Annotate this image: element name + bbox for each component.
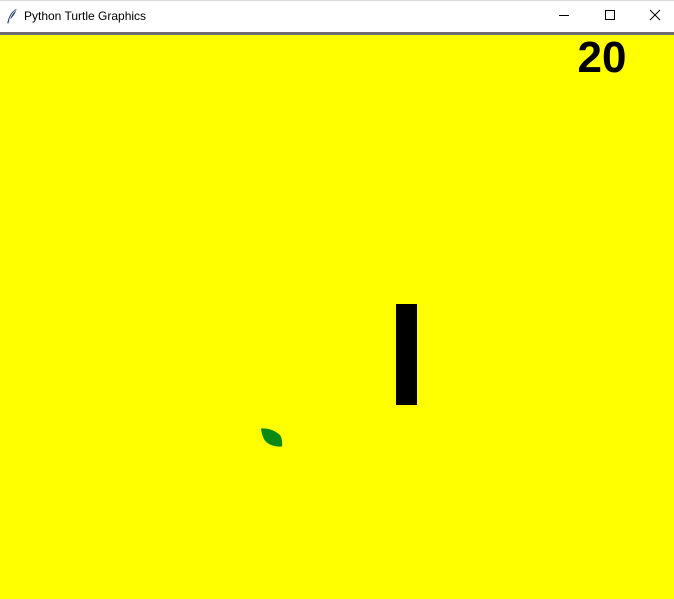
food-icon — [258, 427, 286, 451]
minimize-button[interactable] — [541, 1, 587, 32]
maximize-icon — [604, 8, 616, 26]
window-title: Python Turtle Graphics — [24, 9, 147, 23]
feather-icon — [6, 8, 18, 24]
game-canvas[interactable]: 20 — [0, 35, 674, 599]
close-button[interactable] — [632, 1, 674, 32]
maximize-button[interactable] — [587, 1, 633, 32]
score-display: 20 — [577, 35, 627, 82]
minimize-icon — [558, 8, 570, 26]
snake-body — [396, 304, 417, 405]
turtle-window: Python Turtle Graphics 20 — [0, 0, 674, 599]
title-bar[interactable]: Python Turtle Graphics — [0, 0, 674, 32]
close-icon — [649, 8, 661, 26]
